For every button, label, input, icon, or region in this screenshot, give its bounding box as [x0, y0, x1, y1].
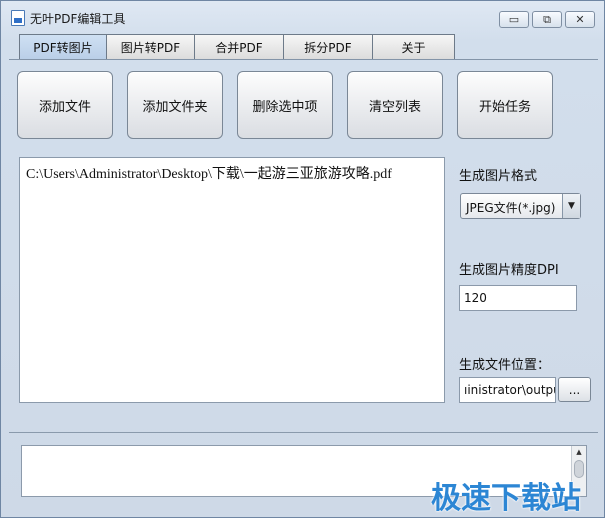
- watermark-logo: 极速下载站: [431, 481, 581, 516]
- restore-button[interactable]: ⧉: [532, 11, 562, 28]
- start-task-button[interactable]: 开始任务: [457, 71, 553, 139]
- close-button[interactable]: ✕: [565, 11, 595, 28]
- format-select[interactable]: JPEG文件(*.jpg) ▼: [460, 193, 581, 219]
- format-label: 生成图片格式: [459, 169, 538, 184]
- app-window: 无叶PDF编辑工具 ▭ ⧉ ✕ PDF转图片 图片转PDF 合并PDF 拆分PD…: [0, 0, 605, 518]
- minimize-icon: ▭: [508, 13, 520, 26]
- tab-image-to-pdf[interactable]: 图片转PDF: [106, 34, 195, 59]
- window-title: 无叶PDF编辑工具: [30, 12, 126, 26]
- app-pdf-icon: [11, 10, 25, 26]
- title-bar: 无叶PDF编辑工具 ▭ ⧉ ✕: [1, 1, 604, 33]
- add-file-button[interactable]: 添加文件: [17, 71, 113, 139]
- dpi-label: 生成图片精度DPI: [459, 263, 559, 278]
- format-selected-value: JPEG文件(*.jpg): [466, 201, 556, 215]
- output-location-label: 生成文件位置：: [459, 358, 551, 373]
- scroll-up-icon[interactable]: ▲: [572, 446, 586, 458]
- tab-pdf-to-image[interactable]: PDF转图片: [19, 34, 107, 60]
- dropdown-arrow-icon[interactable]: ▼: [562, 194, 580, 218]
- close-icon: ✕: [575, 13, 585, 26]
- clear-list-button[interactable]: 清空列表: [347, 71, 443, 139]
- browse-button[interactable]: ...: [558, 377, 591, 402]
- minimize-button[interactable]: ▭: [499, 11, 529, 28]
- output-path-input[interactable]: ıinistrator\output: [459, 377, 556, 403]
- tab-split-pdf[interactable]: 拆分PDF: [283, 34, 373, 59]
- add-folder-button[interactable]: 添加文件夹: [127, 71, 223, 139]
- tab-about[interactable]: 关于: [372, 34, 455, 59]
- tab-merge-pdf[interactable]: 合并PDF: [194, 34, 284, 59]
- list-item[interactable]: C:\Users\Administrator\Desktop\下载\一起游三亚旅…: [26, 163, 392, 183]
- tab-panel-border: [9, 59, 598, 60]
- restore-icon: ⧉: [543, 13, 551, 26]
- section-divider: [9, 432, 598, 433]
- tab-bar: PDF转图片 图片转PDF 合并PDF 拆分PDF 关于: [19, 34, 455, 60]
- dpi-input[interactable]: 120: [459, 285, 577, 311]
- file-list[interactable]: C:\Users\Administrator\Desktop\下载\一起游三亚旅…: [19, 157, 445, 403]
- delete-selected-button[interactable]: 删除选中项: [237, 71, 333, 139]
